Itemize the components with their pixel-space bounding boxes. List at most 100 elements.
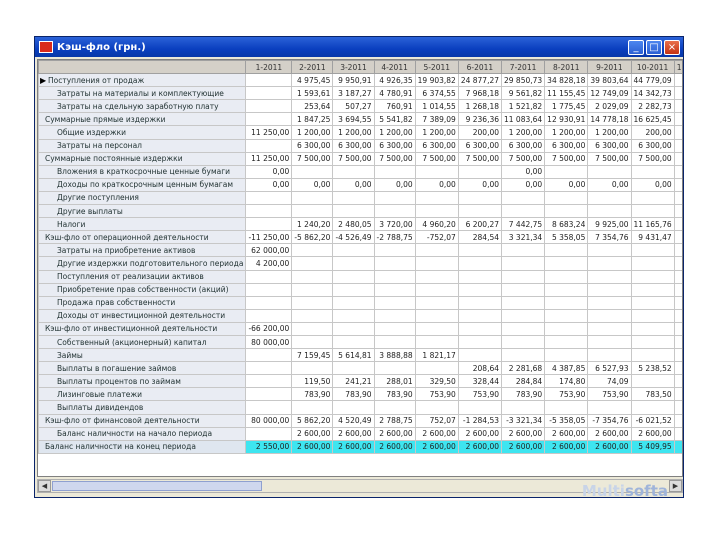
table-cell[interactable]: 62 000,00 xyxy=(245,243,293,258)
table-cell[interactable]: 1 014,55 xyxy=(414,99,459,114)
title-bar[interactable]: Кэш-фло (грн.) _ □ × xyxy=(35,37,683,57)
column-header[interactable]: 8-2011 xyxy=(544,60,589,75)
table-cell[interactable] xyxy=(673,190,682,206)
table-cell[interactable] xyxy=(673,361,682,376)
table-cell[interactable]: 1 200,00 xyxy=(373,125,416,140)
table-cell[interactable]: 284,84 xyxy=(500,374,546,389)
table-cell[interactable] xyxy=(673,112,682,127)
table-cell[interactable] xyxy=(630,243,675,258)
table-row[interactable]: Продажа прав собственности xyxy=(38,295,682,310)
table-cell[interactable]: 0,00 xyxy=(291,177,334,192)
table-cell[interactable]: 2 600,00 xyxy=(332,426,375,441)
table-cell[interactable] xyxy=(373,243,416,258)
table-cell[interactable]: 6 300,00 xyxy=(332,138,375,153)
table-cell[interactable]: 11 250,00 xyxy=(245,125,293,140)
table-cell[interactable]: 4 975,45 xyxy=(291,73,334,88)
table-cell[interactable]: 7 500,00 xyxy=(544,151,589,166)
table-cell[interactable] xyxy=(332,204,375,219)
table-cell[interactable] xyxy=(673,138,682,153)
table-cell[interactable] xyxy=(332,321,375,336)
table-cell[interactable] xyxy=(291,282,334,297)
table-cell[interactable] xyxy=(332,400,375,415)
table-cell[interactable] xyxy=(245,282,293,297)
table-cell[interactable]: 5 541,82 xyxy=(373,112,416,127)
table-cell[interactable]: 288,01 xyxy=(373,374,416,389)
table-cell[interactable] xyxy=(673,177,682,192)
table-cell[interactable]: 0,00 xyxy=(630,177,675,192)
column-header[interactable]: 4-2011 xyxy=(373,60,416,75)
table-cell[interactable] xyxy=(500,295,546,310)
table-cell[interactable] xyxy=(414,308,459,323)
table-cell[interactable]: 174,80 xyxy=(544,374,589,389)
table-cell[interactable] xyxy=(673,334,682,350)
table-row[interactable]: Общие издержки 11 250,00 1 200,00 1 200,00 1… xyxy=(38,125,682,140)
table-cell[interactable] xyxy=(291,321,334,336)
table-cell[interactable]: 4 200,00 xyxy=(245,256,293,271)
table-cell[interactable]: 0,00 xyxy=(373,177,416,192)
table-cell[interactable]: 208,64 xyxy=(457,361,503,376)
table-cell[interactable]: -66 200,00 xyxy=(245,321,293,336)
table-cell[interactable] xyxy=(457,190,503,206)
table-cell[interactable] xyxy=(373,308,416,323)
table-row[interactable]: Доходы от инвестиционной деятельности xyxy=(38,308,682,323)
table-cell[interactable]: 6 200,27 xyxy=(457,217,503,232)
table-cell[interactable]: 2 600,00 xyxy=(587,426,632,441)
table-cell[interactable] xyxy=(500,334,546,350)
table-cell[interactable]: 1 268,18 xyxy=(457,99,503,114)
table-cell[interactable]: -5 862,20 xyxy=(291,230,334,245)
table-cell[interactable]: 9 236,36 xyxy=(457,112,503,127)
table-cell[interactable] xyxy=(500,348,546,363)
table-cell[interactable] xyxy=(587,204,632,219)
table-row[interactable]: Выплаты в погашение займов 208,64 2 281,68… xyxy=(38,361,682,376)
table-cell[interactable]: 5 409,95 xyxy=(630,439,675,454)
table-cell[interactable] xyxy=(332,334,375,350)
table-cell[interactable] xyxy=(291,361,334,376)
table-cell[interactable]: 2 600,00 xyxy=(291,439,334,454)
table-cell[interactable] xyxy=(544,243,589,258)
table-cell[interactable]: 2 600,00 xyxy=(630,426,675,441)
table-cell[interactable]: 7 968,18 xyxy=(457,86,503,101)
table-cell[interactable]: 1 847,25 xyxy=(291,112,334,127)
table-cell[interactable]: 2 600,00 xyxy=(587,439,632,454)
table-cell[interactable]: 6 300,00 xyxy=(544,138,589,153)
table-cell[interactable]: 1 240,20 xyxy=(291,217,334,232)
table-cell[interactable]: 9 561,82 xyxy=(500,86,546,101)
table-cell[interactable]: 2 600,00 xyxy=(500,426,546,441)
table-cell[interactable]: 7 500,00 xyxy=(457,151,503,166)
table-cell[interactable] xyxy=(291,269,334,284)
table-cell[interactable]: 1 775,45 xyxy=(544,99,589,114)
table-cell[interactable]: 3 720,00 xyxy=(373,217,416,232)
table-cell[interactable] xyxy=(332,308,375,323)
table-cell[interactable] xyxy=(673,321,682,336)
column-header[interactable]: 9-2011 xyxy=(587,60,632,75)
table-cell[interactable]: 2 282,73 xyxy=(630,99,675,114)
table-cell[interactable] xyxy=(245,190,293,206)
table-cell[interactable] xyxy=(332,295,375,310)
table-cell[interactable]: 1 521,82 xyxy=(500,99,546,114)
table-cell[interactable] xyxy=(673,308,682,323)
table-cell[interactable] xyxy=(587,282,632,297)
table-cell[interactable]: 3 321,34 xyxy=(500,230,546,245)
table-cell[interactable] xyxy=(630,190,675,206)
table-row[interactable]: Другие поступления xyxy=(38,190,682,206)
table-cell[interactable] xyxy=(457,256,503,271)
table-cell[interactable] xyxy=(673,243,682,258)
maximize-button[interactable]: □ xyxy=(646,39,662,55)
table-cell[interactable] xyxy=(332,190,375,206)
table-row[interactable]: Суммарные постоянные издержки 11 250,00 7 … xyxy=(38,151,682,166)
table-cell[interactable] xyxy=(673,204,682,219)
table-cell[interactable] xyxy=(291,256,334,271)
table-row[interactable]: Приобретение прав собственности (акций) xyxy=(38,282,682,297)
table-cell[interactable]: 6 300,00 xyxy=(457,138,503,153)
table-cell[interactable]: 7 500,00 xyxy=(500,151,546,166)
table-cell[interactable]: -7 354,76 xyxy=(587,413,632,428)
table-cell[interactable]: 0,00 xyxy=(245,164,293,179)
table-cell[interactable] xyxy=(587,295,632,310)
table-cell[interactable] xyxy=(332,164,375,179)
table-cell[interactable] xyxy=(630,256,675,271)
table-row[interactable]: Поступления от реализации активов xyxy=(38,269,682,284)
table-cell[interactable] xyxy=(245,348,293,363)
column-header[interactable]: 7-2011 xyxy=(500,60,546,75)
table-cell[interactable] xyxy=(457,334,503,350)
table-cell[interactable]: 29 850,73 xyxy=(500,73,546,88)
